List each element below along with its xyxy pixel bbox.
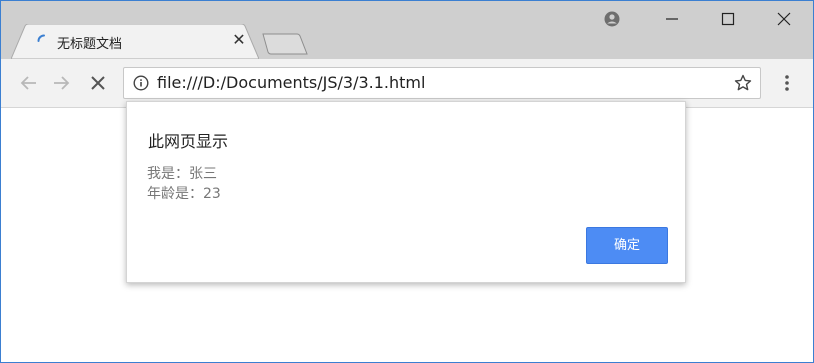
maximize-icon[interactable] — [700, 1, 756, 35]
browser-window: 无标题文档 ✕ file:///D:/Documents/JS/3/3.1.ht… — [0, 0, 814, 363]
address-bar[interactable]: file:///D:/Documents/JS/3/3.1.html — [123, 67, 761, 99]
loading-spinner-icon — [37, 34, 51, 48]
close-icon[interactable] — [756, 1, 812, 35]
new-tab-icon[interactable] — [261, 33, 309, 55]
dialog-message: 我是：张三 年龄是：23 — [147, 164, 221, 204]
menu-icon[interactable] — [775, 71, 799, 95]
minimize-icon[interactable] — [644, 1, 700, 35]
tab-title: 无标题文档 — [57, 37, 123, 52]
dialog-title: 此网页显示 — [148, 132, 229, 151]
account-icon[interactable] — [602, 9, 622, 29]
tab-active[interactable]: 无标题文档 ✕ — [11, 24, 259, 59]
forward-arrow-icon[interactable] — [47, 69, 75, 97]
back-arrow-icon[interactable] — [15, 69, 43, 97]
ok-button[interactable]: 确定 — [586, 227, 668, 264]
info-icon[interactable] — [133, 75, 149, 91]
dialog-message-line: 年龄是：23 — [147, 186, 221, 202]
url-text[interactable]: file:///D:/Documents/JS/3/3.1.html — [157, 73, 425, 92]
star-icon[interactable] — [734, 74, 752, 92]
stop-icon[interactable] — [84, 69, 112, 97]
tab-strip: 无标题文档 ✕ — [1, 1, 813, 59]
alert-dialog: 此网页显示 我是：张三 年龄是：23 确定 — [126, 101, 686, 283]
tab-close-icon[interactable]: ✕ — [229, 30, 249, 50]
dialog-message-line: 我是：张三 — [147, 166, 217, 182]
